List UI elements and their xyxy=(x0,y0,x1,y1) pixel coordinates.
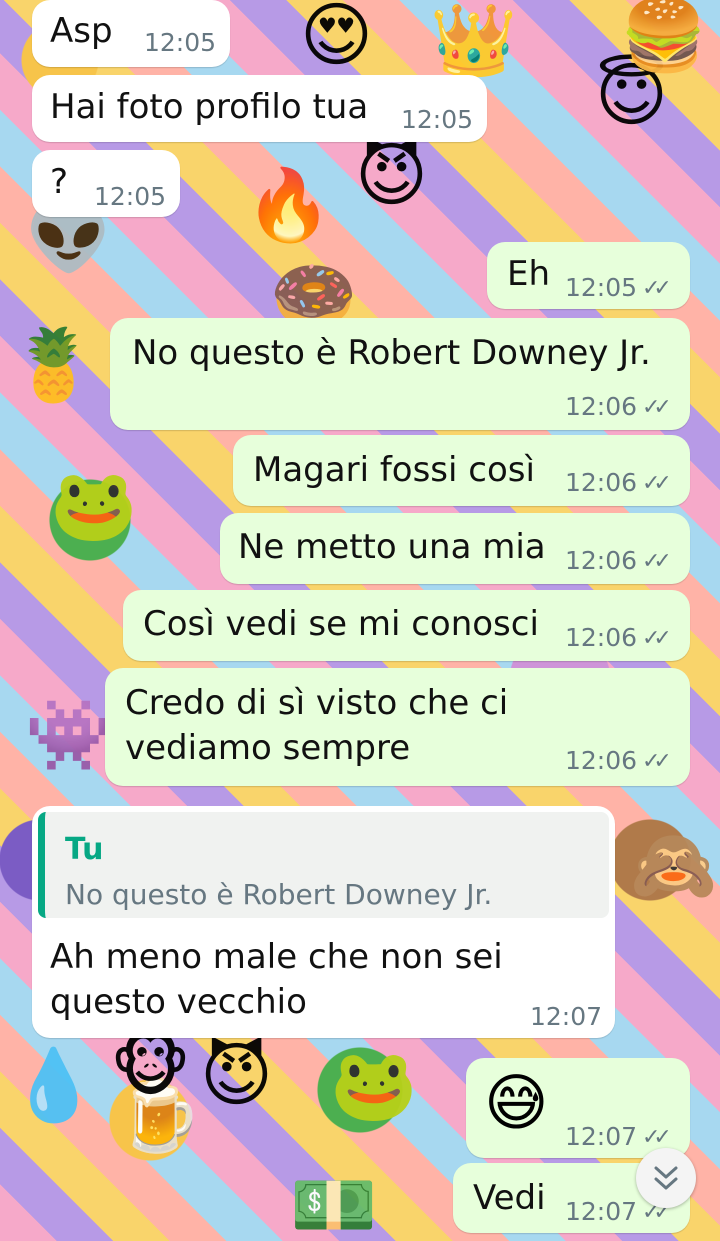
message-bubble-outgoing[interactable]: Magari fossi così 12:06 ✓✓ xyxy=(233,435,690,506)
wallpaper-frog-icon: 🐸 xyxy=(50,464,138,546)
message-time: 12:05 xyxy=(401,105,474,134)
double-check-icon: ✓✓ xyxy=(642,276,672,301)
message-time: 12:06 xyxy=(565,623,638,652)
scroll-to-bottom-button[interactable] xyxy=(636,1148,696,1208)
wallpaper-fire-icon: 🔥 xyxy=(245,164,333,246)
message-bubble-outgoing[interactable]: Credo di sì visto che ci vediamo sempre … xyxy=(105,668,690,786)
wallpaper-devil-icon-2: 😈 xyxy=(200,1034,273,1116)
message-text: Asp xyxy=(50,11,113,51)
message-text: Vedi xyxy=(473,1178,546,1218)
message-bubble-outgoing[interactable]: No questo è Robert Downey Jr. 12:06 ✓✓ xyxy=(110,318,690,430)
message-time: 12:07 xyxy=(565,1122,638,1151)
message-text-line-1: Credo di sì visto che ci xyxy=(125,683,509,723)
double-check-icon: ✓✓ xyxy=(642,749,672,774)
wallpaper-monkey-icon-2: 🐵 xyxy=(110,1024,191,1106)
message-time: 12:05 xyxy=(94,182,167,211)
message-bubble-outgoing[interactable]: Così vedi se mi conosci 12:06 ✓✓ xyxy=(123,590,690,661)
double-check-icon: ✓✓ xyxy=(642,471,672,496)
wallpaper-heart-eyes-icon: 😍 xyxy=(300,0,373,76)
message-text: Eh xyxy=(507,254,551,294)
wallpaper-burger-icon: 🍔 xyxy=(620,0,708,76)
reply-message-bubble[interactable]: Tu No questo è Robert Downey Jr. Ah meno… xyxy=(32,806,615,1038)
grinning-sweat-emoji-icon: 😅 xyxy=(484,1066,549,1139)
message-time: 12:06 xyxy=(565,392,638,421)
message-text: Così vedi se mi conosci xyxy=(143,604,539,644)
double-check-icon: ✓✓ xyxy=(642,549,672,574)
message-bubble-outgoing[interactable]: Eh 12:05 ✓✓ xyxy=(487,242,690,309)
double-chevron-down-icon xyxy=(654,1166,678,1190)
message-time: 12:07 xyxy=(530,1002,603,1031)
message-time: 12:05 xyxy=(144,28,217,57)
quoted-author: Tu xyxy=(65,832,104,867)
wallpaper-crown-icon: 👑 xyxy=(430,0,518,81)
double-check-icon: ✓✓ xyxy=(642,395,672,420)
message-text: ? xyxy=(50,162,69,202)
message-time: 12:05 xyxy=(565,273,638,302)
wallpaper-devil-icon: 😈 xyxy=(355,134,428,216)
emoji-message-bubble[interactable]: 😅 12:07 ✓✓ xyxy=(466,1058,690,1158)
wallpaper-invader-icon: 👾 xyxy=(25,694,113,776)
wallpaper-money-icon: 💵 xyxy=(290,1164,378,1241)
message-bubble-incoming[interactable]: ? 12:05 xyxy=(32,150,180,217)
message-bubble-outgoing[interactable]: Ne metto una mia 12:06 ✓✓ xyxy=(220,513,690,584)
message-text-line-2: questo vecchio xyxy=(50,982,307,1022)
quoted-message[interactable]: Tu No questo è Robert Downey Jr. xyxy=(38,812,609,918)
message-bubble-incoming[interactable]: Asp 12:05 xyxy=(32,0,230,67)
wallpaper-droplet-icon: 💧 xyxy=(10,1044,98,1126)
message-time: 12:07 xyxy=(565,1197,638,1226)
double-check-icon: ✓✓ xyxy=(642,626,672,651)
wallpaper-frog-icon-2: 🐸 xyxy=(330,1044,418,1126)
wallpaper-pineapple-icon: 🍍 xyxy=(10,324,98,406)
message-time: 12:06 xyxy=(565,746,638,775)
message-text-line-1: Ah meno male che non sei xyxy=(50,937,503,977)
double-check-icon: ✓✓ xyxy=(642,1125,672,1150)
message-time: 12:06 xyxy=(565,468,638,497)
message-text: Ne metto una mia xyxy=(238,527,546,567)
message-text: Hai foto profilo tua xyxy=(50,87,369,127)
wallpaper-monkey-icon: 🙈 xyxy=(630,824,718,906)
message-text: Magari fossi così xyxy=(253,450,535,490)
message-text: No questo è Robert Downey Jr. xyxy=(132,333,651,373)
message-bubble-incoming[interactable]: Hai foto profilo tua 12:05 xyxy=(32,75,487,142)
quoted-text: No questo è Robert Downey Jr. xyxy=(65,878,493,911)
message-text-line-2: vediamo sempre xyxy=(125,728,411,768)
message-time: 12:06 xyxy=(565,546,638,575)
